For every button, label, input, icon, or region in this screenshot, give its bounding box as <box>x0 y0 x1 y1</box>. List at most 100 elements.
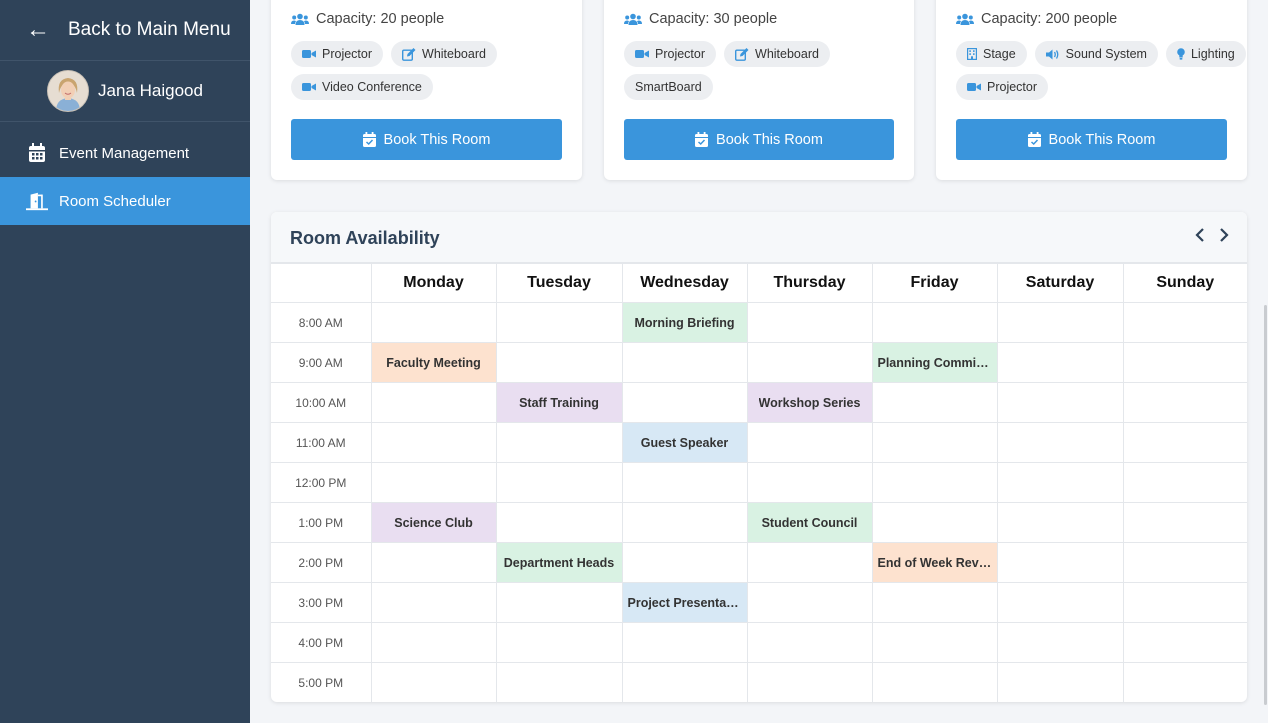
schedule-slot[interactable] <box>621 462 748 503</box>
event-block[interactable]: Morning Briefing <box>622 303 747 342</box>
video-camera-icon <box>302 82 316 92</box>
schedule-slot[interactable] <box>996 622 1124 663</box>
schedule-slot[interactable]: Department Heads <box>495 542 623 583</box>
schedule-slot[interactable]: End of Week Review <box>871 542 998 583</box>
schedule-slot[interactable] <box>621 382 748 423</box>
schedule-slot[interactable] <box>621 502 748 543</box>
book-room-button[interactable]: Book This Room <box>291 119 562 160</box>
schedule-slot[interactable] <box>1122 542 1247 583</box>
schedule-slot[interactable] <box>996 502 1124 543</box>
schedule-slot[interactable]: Project Presentation <box>621 582 748 623</box>
schedule-slot[interactable]: Planning Committee <box>871 342 998 383</box>
schedule-slot[interactable] <box>996 342 1124 383</box>
schedule-slot[interactable] <box>1122 622 1247 663</box>
schedule-slot[interactable]: Staff Training <box>495 382 623 423</box>
sidebar-item-room-scheduler[interactable]: Room Scheduler <box>0 177 250 225</box>
chevron-right-icon[interactable] <box>1217 227 1231 243</box>
event-block[interactable]: Science Club <box>371 503 496 542</box>
schedule-slot[interactable]: Science Club <box>370 502 497 543</box>
schedule-slot[interactable] <box>370 662 497 702</box>
schedule-slot[interactable] <box>746 462 873 503</box>
schedule-slot[interactable] <box>1122 502 1247 543</box>
schedule-slot[interactable] <box>370 382 497 423</box>
event-block[interactable]: Staff Training <box>496 383 622 422</box>
scrollbar[interactable] <box>1262 0 1268 723</box>
schedule-slot[interactable]: Student Council <box>746 502 873 543</box>
schedule-slot[interactable] <box>370 582 497 623</box>
capacity: Capacity: 20 people <box>291 11 444 27</box>
schedule-slot[interactable] <box>996 382 1124 423</box>
schedule-slot[interactable] <box>370 422 497 463</box>
users-icon <box>291 13 309 26</box>
schedule-slot[interactable] <box>621 662 748 702</box>
schedule-slot[interactable] <box>370 462 497 503</box>
capacity: Capacity: 200 people <box>956 11 1117 27</box>
schedule-slot[interactable] <box>370 302 497 343</box>
event-block[interactable]: Guest Speaker <box>622 423 747 462</box>
schedule-slot[interactable] <box>871 582 998 623</box>
schedule-slot[interactable] <box>746 302 873 343</box>
capacity-text: Capacity: 20 people <box>316 11 445 27</box>
schedule-slot[interactable] <box>746 342 873 383</box>
schedule-slot[interactable] <box>996 462 1124 503</box>
schedule-slot[interactable] <box>495 662 623 702</box>
schedule-slot[interactable] <box>1122 302 1247 343</box>
schedule-slot[interactable]: Faculty Meeting <box>370 342 497 383</box>
schedule-slot[interactable] <box>1122 582 1247 623</box>
schedule-slot[interactable] <box>1122 422 1247 463</box>
schedule-slot[interactable] <box>996 542 1124 583</box>
schedule-slot[interactable] <box>1122 382 1247 423</box>
schedule-slot[interactable] <box>1122 342 1247 383</box>
event-block[interactable]: Student Council <box>747 503 872 542</box>
schedule-slot[interactable] <box>495 502 623 543</box>
schedule-slot[interactable] <box>871 382 998 423</box>
schedule-slot[interactable] <box>746 622 873 663</box>
schedule-slot[interactable] <box>871 502 998 543</box>
event-title: Planning Committee <box>877 355 992 370</box>
schedule-slot[interactable]: Guest Speaker <box>621 422 748 463</box>
event-block[interactable]: Faculty Meeting <box>371 343 496 382</box>
day-header: Saturday <box>996 263 1124 303</box>
sidebar-item-event-management[interactable]: Event Management <box>0 129 250 177</box>
schedule-slot[interactable] <box>996 662 1124 702</box>
schedule-slot[interactable] <box>871 422 998 463</box>
scrollbar-thumb[interactable] <box>1264 305 1267 705</box>
schedule-slot[interactable] <box>495 462 623 503</box>
schedule-slot[interactable] <box>746 582 873 623</box>
event-block[interactable]: Department Heads <box>496 543 622 582</box>
schedule-slot[interactable] <box>621 342 748 383</box>
schedule-slot[interactable] <box>495 622 623 663</box>
schedule-slot[interactable] <box>996 302 1124 343</box>
schedule-slot[interactable] <box>871 622 998 663</box>
schedule-slot[interactable] <box>996 422 1124 463</box>
feature-tag: Stage <box>956 41 1027 67</box>
event-block[interactable]: Project Presentation <box>622 583 747 622</box>
schedule-slot[interactable] <box>370 542 497 583</box>
schedule-slot[interactable] <box>746 542 873 583</box>
schedule-slot[interactable] <box>495 422 623 463</box>
schedule-slot[interactable] <box>746 662 873 702</box>
schedule-slot[interactable]: Workshop Series <box>746 382 873 423</box>
event-block[interactable]: Planning Committee <box>872 343 997 382</box>
schedule-slot[interactable] <box>495 342 623 383</box>
schedule-slot[interactable] <box>871 462 998 503</box>
schedule-slot[interactable] <box>621 622 748 663</box>
schedule-slot[interactable] <box>996 582 1124 623</box>
book-room-button[interactable]: Book This Room <box>624 119 894 160</box>
schedule-slot[interactable] <box>621 542 748 583</box>
schedule-slot[interactable]: Morning Briefing <box>621 302 748 343</box>
event-block[interactable]: End of Week Review <box>872 543 997 582</box>
schedule-slot[interactable] <box>495 582 623 623</box>
schedule-slot[interactable] <box>495 302 623 343</box>
schedule-slot[interactable] <box>746 422 873 463</box>
schedule-slot[interactable] <box>1122 662 1247 702</box>
back-to-main-menu-button[interactable]: ← Back to Main Menu <box>0 0 250 61</box>
chevron-left-icon[interactable] <box>1193 227 1207 243</box>
event-block[interactable]: Workshop Series <box>747 383 872 422</box>
schedule-slot[interactable] <box>871 662 998 702</box>
schedule-slot[interactable] <box>370 622 497 663</box>
schedule-slot[interactable] <box>1122 462 1247 503</box>
book-room-button[interactable]: Book This Room <box>956 119 1227 160</box>
time-row: 5:00 PM <box>271 662 1247 702</box>
schedule-slot[interactable] <box>871 302 998 343</box>
